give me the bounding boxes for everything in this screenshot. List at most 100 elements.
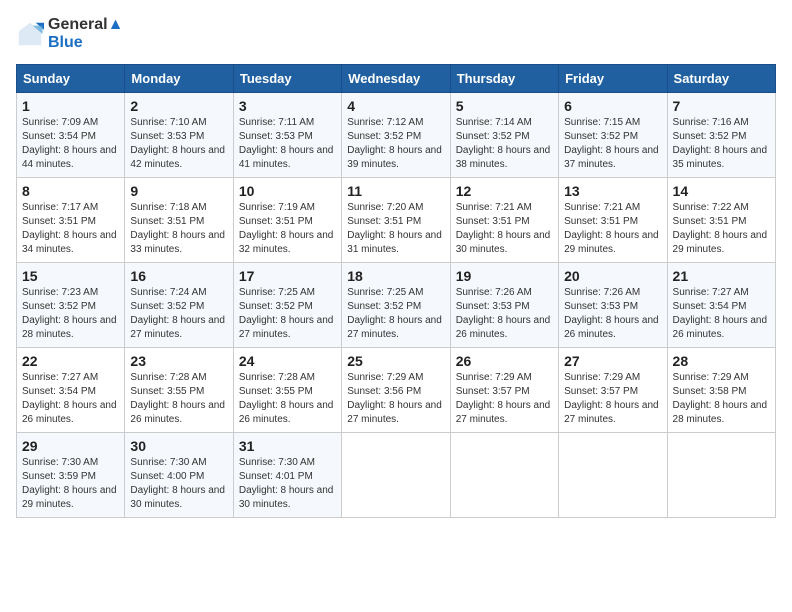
page-header: General▲ Blue <box>16 16 776 52</box>
day-info: Sunrise: 7:11 AMSunset: 3:53 PMDaylight:… <box>239 116 336 172</box>
calendar-cell: 13 Sunrise: 7:21 AMSunset: 3:51 PMDaylig… <box>559 178 667 263</box>
day-number: 22 <box>22 353 119 369</box>
day-info: Sunrise: 7:24 AMSunset: 3:52 PMDaylight:… <box>130 286 227 342</box>
calendar-cell: 20 Sunrise: 7:26 AMSunset: 3:53 PMDaylig… <box>559 263 667 348</box>
day-number: 1 <box>22 98 119 114</box>
day-info: Sunrise: 7:28 AMSunset: 3:55 PMDaylight:… <box>130 371 227 427</box>
calendar-cell: 29 Sunrise: 7:30 AMSunset: 3:59 PMDaylig… <box>17 433 125 518</box>
calendar-cell: 25 Sunrise: 7:29 AMSunset: 3:56 PMDaylig… <box>342 348 450 433</box>
day-info: Sunrise: 7:21 AMSunset: 3:51 PMDaylight:… <box>456 201 553 257</box>
day-number: 8 <box>22 183 119 199</box>
day-info: Sunrise: 7:26 AMSunset: 3:53 PMDaylight:… <box>564 286 661 342</box>
calendar-table: SundayMondayTuesdayWednesdayThursdayFrid… <box>16 64 776 518</box>
header-day: Sunday <box>17 65 125 93</box>
calendar-cell: 18 Sunrise: 7:25 AMSunset: 3:52 PMDaylig… <box>342 263 450 348</box>
day-info: Sunrise: 7:12 AMSunset: 3:52 PMDaylight:… <box>347 116 444 172</box>
day-info: Sunrise: 7:10 AMSunset: 3:53 PMDaylight:… <box>130 116 227 172</box>
day-info: Sunrise: 7:21 AMSunset: 3:51 PMDaylight:… <box>564 201 661 257</box>
calendar-cell: 27 Sunrise: 7:29 AMSunset: 3:57 PMDaylig… <box>559 348 667 433</box>
day-number: 23 <box>130 353 227 369</box>
day-number: 17 <box>239 268 336 284</box>
day-info: Sunrise: 7:30 AMSunset: 4:01 PMDaylight:… <box>239 456 336 512</box>
header-day: Thursday <box>450 65 558 93</box>
day-info: Sunrise: 7:14 AMSunset: 3:52 PMDaylight:… <box>456 116 553 172</box>
calendar-cell: 9 Sunrise: 7:18 AMSunset: 3:51 PMDayligh… <box>125 178 233 263</box>
logo-icon <box>16 20 44 48</box>
day-info: Sunrise: 7:22 AMSunset: 3:51 PMDaylight:… <box>673 201 770 257</box>
header-day: Friday <box>559 65 667 93</box>
calendar-cell: 8 Sunrise: 7:17 AMSunset: 3:51 PMDayligh… <box>17 178 125 263</box>
day-info: Sunrise: 7:09 AMSunset: 3:54 PMDaylight:… <box>22 116 119 172</box>
calendar-cell <box>450 433 558 518</box>
calendar-cell: 4 Sunrise: 7:12 AMSunset: 3:52 PMDayligh… <box>342 93 450 178</box>
day-number: 15 <box>22 268 119 284</box>
calendar-cell: 3 Sunrise: 7:11 AMSunset: 3:53 PMDayligh… <box>233 93 341 178</box>
calendar-week: 22 Sunrise: 7:27 AMSunset: 3:54 PMDaylig… <box>17 348 776 433</box>
day-number: 21 <box>673 268 770 284</box>
calendar-week: 29 Sunrise: 7:30 AMSunset: 3:59 PMDaylig… <box>17 433 776 518</box>
day-info: Sunrise: 7:20 AMSunset: 3:51 PMDaylight:… <box>347 201 444 257</box>
day-number: 30 <box>130 438 227 454</box>
day-number: 31 <box>239 438 336 454</box>
calendar-cell: 14 Sunrise: 7:22 AMSunset: 3:51 PMDaylig… <box>667 178 775 263</box>
day-info: Sunrise: 7:30 AMSunset: 3:59 PMDaylight:… <box>22 456 119 512</box>
header-day: Wednesday <box>342 65 450 93</box>
header-day: Saturday <box>667 65 775 93</box>
day-info: Sunrise: 7:25 AMSunset: 3:52 PMDaylight:… <box>347 286 444 342</box>
day-info: Sunrise: 7:29 AMSunset: 3:56 PMDaylight:… <box>347 371 444 427</box>
calendar-cell: 15 Sunrise: 7:23 AMSunset: 3:52 PMDaylig… <box>17 263 125 348</box>
day-number: 7 <box>673 98 770 114</box>
day-number: 14 <box>673 183 770 199</box>
day-number: 3 <box>239 98 336 114</box>
day-number: 10 <box>239 183 336 199</box>
day-info: Sunrise: 7:29 AMSunset: 3:57 PMDaylight:… <box>456 371 553 427</box>
day-number: 29 <box>22 438 119 454</box>
day-info: Sunrise: 7:29 AMSunset: 3:57 PMDaylight:… <box>564 371 661 427</box>
day-info: Sunrise: 7:27 AMSunset: 3:54 PMDaylight:… <box>22 371 119 427</box>
header-day: Monday <box>125 65 233 93</box>
calendar-cell <box>667 433 775 518</box>
day-info: Sunrise: 7:27 AMSunset: 3:54 PMDaylight:… <box>673 286 770 342</box>
day-number: 5 <box>456 98 553 114</box>
calendar-cell: 7 Sunrise: 7:16 AMSunset: 3:52 PMDayligh… <box>667 93 775 178</box>
day-info: Sunrise: 7:18 AMSunset: 3:51 PMDaylight:… <box>130 201 227 257</box>
day-info: Sunrise: 7:26 AMSunset: 3:53 PMDaylight:… <box>456 286 553 342</box>
day-number: 2 <box>130 98 227 114</box>
day-number: 28 <box>673 353 770 369</box>
logo-text: General▲ Blue <box>48 16 123 52</box>
calendar-cell: 24 Sunrise: 7:28 AMSunset: 3:55 PMDaylig… <box>233 348 341 433</box>
day-info: Sunrise: 7:16 AMSunset: 3:52 PMDaylight:… <box>673 116 770 172</box>
calendar-cell <box>559 433 667 518</box>
day-number: 11 <box>347 183 444 199</box>
calendar-cell: 10 Sunrise: 7:19 AMSunset: 3:51 PMDaylig… <box>233 178 341 263</box>
day-number: 6 <box>564 98 661 114</box>
calendar-cell: 5 Sunrise: 7:14 AMSunset: 3:52 PMDayligh… <box>450 93 558 178</box>
day-number: 26 <box>456 353 553 369</box>
calendar-cell: 6 Sunrise: 7:15 AMSunset: 3:52 PMDayligh… <box>559 93 667 178</box>
calendar-cell: 31 Sunrise: 7:30 AMSunset: 4:01 PMDaylig… <box>233 433 341 518</box>
calendar-cell: 22 Sunrise: 7:27 AMSunset: 3:54 PMDaylig… <box>17 348 125 433</box>
day-info: Sunrise: 7:17 AMSunset: 3:51 PMDaylight:… <box>22 201 119 257</box>
calendar-week: 8 Sunrise: 7:17 AMSunset: 3:51 PMDayligh… <box>17 178 776 263</box>
day-info: Sunrise: 7:29 AMSunset: 3:58 PMDaylight:… <box>673 371 770 427</box>
day-info: Sunrise: 7:23 AMSunset: 3:52 PMDaylight:… <box>22 286 119 342</box>
day-info: Sunrise: 7:15 AMSunset: 3:52 PMDaylight:… <box>564 116 661 172</box>
day-number: 19 <box>456 268 553 284</box>
calendar-week: 1 Sunrise: 7:09 AMSunset: 3:54 PMDayligh… <box>17 93 776 178</box>
day-info: Sunrise: 7:25 AMSunset: 3:52 PMDaylight:… <box>239 286 336 342</box>
day-info: Sunrise: 7:28 AMSunset: 3:55 PMDaylight:… <box>239 371 336 427</box>
calendar-cell: 30 Sunrise: 7:30 AMSunset: 4:00 PMDaylig… <box>125 433 233 518</box>
day-number: 24 <box>239 353 336 369</box>
day-number: 16 <box>130 268 227 284</box>
day-number: 4 <box>347 98 444 114</box>
day-number: 9 <box>130 183 227 199</box>
logo: General▲ Blue <box>16 16 123 52</box>
calendar-cell: 11 Sunrise: 7:20 AMSunset: 3:51 PMDaylig… <box>342 178 450 263</box>
day-number: 12 <box>456 183 553 199</box>
calendar-cell: 17 Sunrise: 7:25 AMSunset: 3:52 PMDaylig… <box>233 263 341 348</box>
day-number: 25 <box>347 353 444 369</box>
day-number: 27 <box>564 353 661 369</box>
calendar-cell: 2 Sunrise: 7:10 AMSunset: 3:53 PMDayligh… <box>125 93 233 178</box>
calendar-cell: 12 Sunrise: 7:21 AMSunset: 3:51 PMDaylig… <box>450 178 558 263</box>
day-info: Sunrise: 7:19 AMSunset: 3:51 PMDaylight:… <box>239 201 336 257</box>
